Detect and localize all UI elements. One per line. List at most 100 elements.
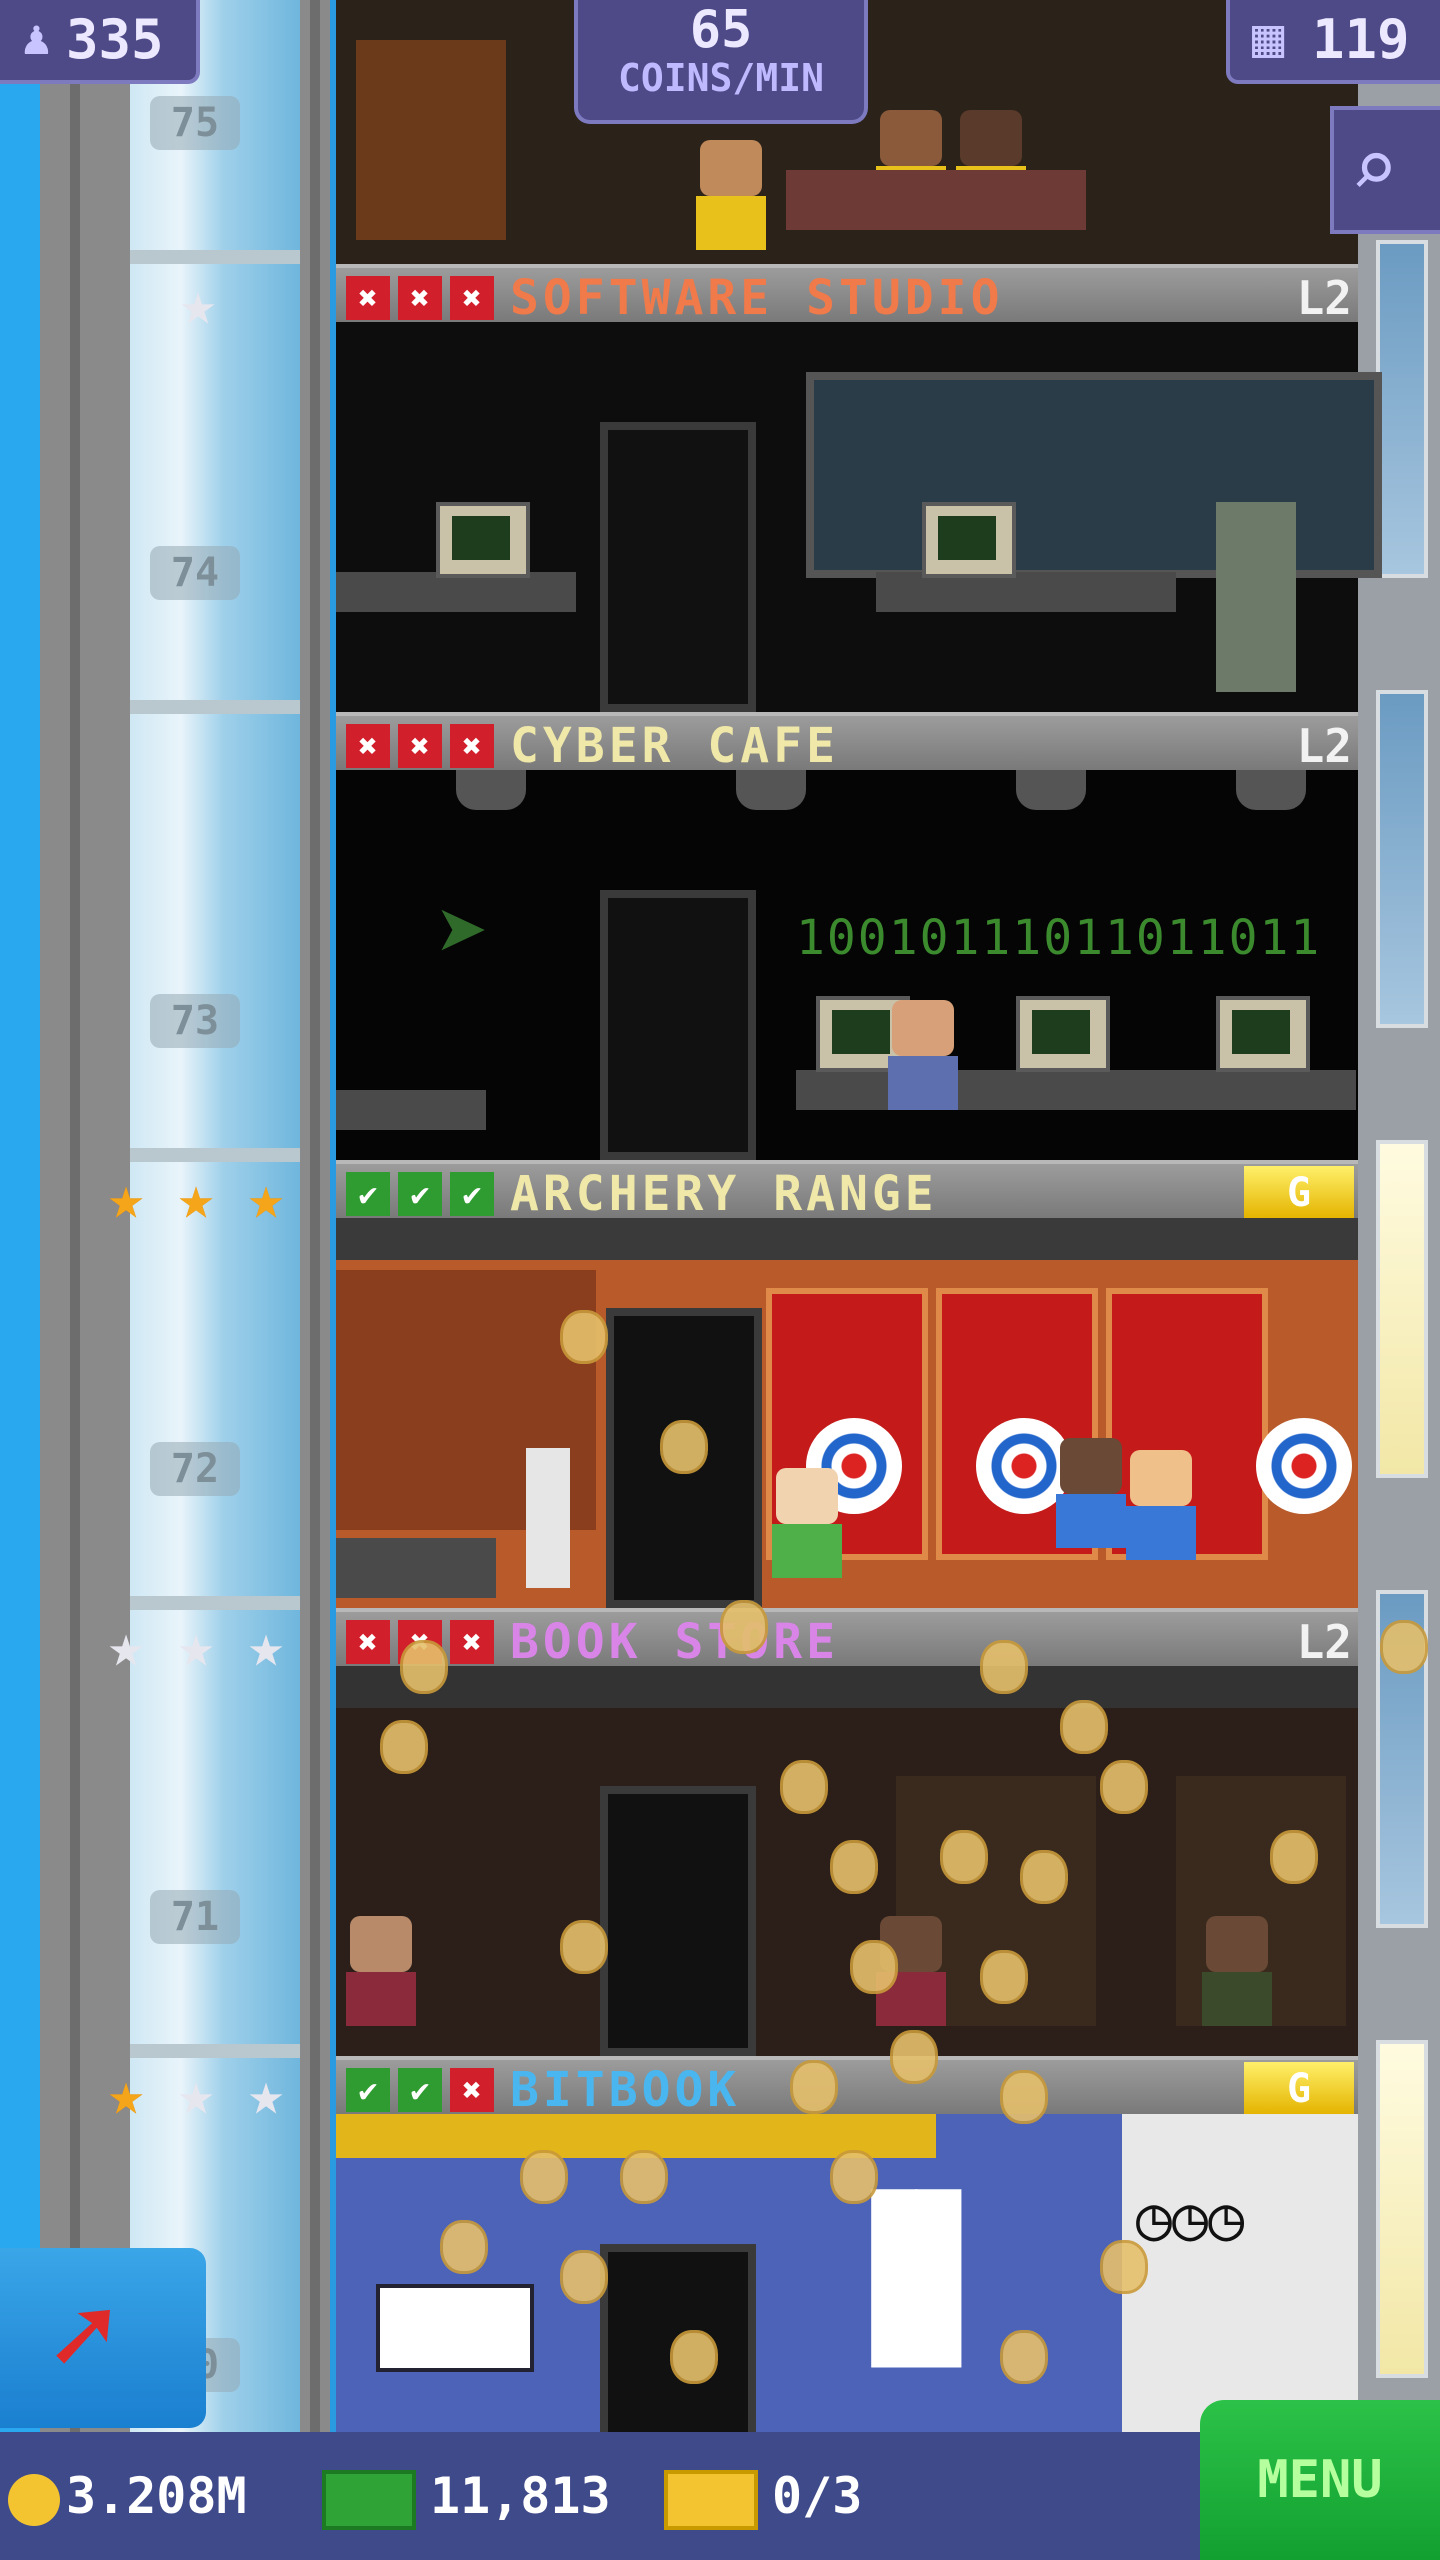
cross-icon: ✖ (398, 276, 442, 320)
coin-icon (890, 2030, 938, 2084)
ceiling-lamp (1236, 770, 1306, 810)
bux-resource[interactable]: 11,813 (322, 2432, 611, 2560)
person-icon: ♟ (22, 10, 51, 66)
elevator-arrow-button[interactable]: ➚ (0, 2248, 206, 2428)
room-door (600, 890, 756, 1160)
population-counter[interactable]: ♟ 335 (0, 0, 200, 84)
floor-book-store[interactable]: ✖ ✖ ✖ BOOK STORE L2 (336, 1608, 1358, 2056)
floor-level: L2 (1296, 271, 1352, 325)
water-cooler (526, 1448, 570, 1588)
coin-icon (780, 1760, 828, 1814)
coin-icon (620, 2150, 668, 2204)
tickets-value: 0/3 (772, 2467, 863, 2525)
floor-count-panel[interactable]: ▦ 119 (1226, 0, 1440, 84)
desk (876, 572, 1176, 612)
screen-board (376, 2284, 534, 2372)
check-icon: ✔ (450, 1172, 494, 1216)
star-icon: ★ (247, 1163, 285, 1233)
binary-text: 10010111011011011 (796, 910, 1322, 966)
floor-number-71: 71 (150, 1890, 240, 1944)
floor-software-studio[interactable]: ✖ ✖ ✖ SOFTWARE STUDIO L2 (336, 264, 1382, 712)
coin-icon (830, 1840, 878, 1894)
floor-number-72: 72 (150, 1442, 240, 1496)
cursor-decoration: ➤ (436, 880, 491, 985)
ceiling (336, 1666, 1358, 1708)
floor-cyber-cafe[interactable]: ✖ ✖ ✖ CYBER CAFE L2 ➤ 10010111011011011 (336, 712, 1358, 1160)
room-door (600, 422, 756, 712)
reception-counter (336, 1538, 496, 1598)
room-door (600, 1786, 756, 2056)
floor-level: L2 (1296, 719, 1352, 773)
floor-banner[interactable]: ✖ ✖ ✖ SOFTWARE STUDIO L2 (336, 264, 1358, 326)
customer-sprite[interactable] (346, 1916, 416, 2026)
ceiling-lamp (1016, 770, 1086, 810)
cross-icon: ✖ (398, 724, 442, 768)
star-icon: ★ (247, 1611, 285, 1681)
floor-number-75: 75 (150, 96, 240, 150)
star-icon: ★ (177, 1163, 215, 1233)
customer-sprite[interactable] (1126, 1450, 1196, 1560)
coin-icon (520, 2150, 568, 2204)
ceiling-lamp (736, 770, 806, 810)
customer-sprite[interactable] (888, 1000, 958, 1110)
customer-sprite[interactable] (1056, 1438, 1126, 1548)
coin-icon (980, 1640, 1028, 1694)
search-button[interactable]: ⌕ (1330, 106, 1440, 234)
coin-icon (940, 1830, 988, 1884)
floor-banner[interactable]: ✖ ✖ ✖ BOOK STORE L2 (336, 1608, 1358, 1670)
check-icon: ✔ (398, 2068, 442, 2112)
floor-count-value: 119 (1312, 8, 1410, 71)
coin-icon (8, 2473, 60, 2526)
coin-rate-value: 65 (689, 0, 753, 60)
floor-banner[interactable]: ✔ ✔ ✖ BITBOOK G (336, 2056, 1358, 2118)
counter (786, 170, 1086, 230)
star-icon: ★ (107, 2059, 145, 2129)
shaft-divider (130, 1148, 300, 1162)
search-icon: ⌕ (1350, 122, 1399, 215)
computer-monitor (436, 502, 530, 578)
menu-button[interactable]: MENU (1200, 2400, 1440, 2560)
clock-wall (1122, 2114, 1358, 2432)
gold-badge[interactable]: G (1244, 1166, 1354, 1218)
cross-icon: ✖ (346, 1620, 390, 1664)
clock-icon: ◷◷◷ (1136, 2184, 1245, 2254)
coins-resource[interactable]: 3.208M (8, 2432, 247, 2560)
worker-sprite (696, 140, 766, 250)
coin-rate-panel[interactable]: 65 COINS/MIN (574, 0, 868, 124)
wall-window (1376, 240, 1428, 578)
floor-title: CYBER CAFE (510, 718, 839, 774)
room-software-studio (336, 322, 1382, 712)
coin-icon (1380, 1620, 1428, 1674)
floor-banner[interactable]: ✔ ✔ ✔ ARCHERY RANGE G (336, 1160, 1358, 1222)
coin-icon (400, 1640, 448, 1694)
check-icon: ✔ (346, 1172, 390, 1216)
arrow-icon: ➚ (50, 2272, 117, 2400)
floor-archery-range[interactable]: ✔ ✔ ✔ ARCHERY RANGE G (336, 1160, 1358, 1608)
tickets-resource[interactable]: 0/3 (664, 2432, 862, 2560)
floor-stars-archery: ★ ★ ★ (94, 1166, 298, 1230)
cross-icon: ✖ (450, 2068, 494, 2112)
coin-icon (830, 2150, 878, 2204)
wall-window (1376, 2040, 1428, 2378)
customer-sprite[interactable] (772, 1468, 842, 1578)
check-icon: ✔ (346, 2068, 390, 2112)
bux-value: 11,813 (430, 2467, 611, 2525)
floor-banner[interactable]: ✖ ✖ ✖ CYBER CAFE L2 (336, 712, 1358, 774)
coin-icon (560, 1310, 608, 1364)
coin-rate-unit: COINS/MIN (618, 56, 824, 100)
coin-icon (720, 1600, 768, 1654)
room-cyber-cafe: ➤ 10010111011011011 (336, 770, 1358, 1160)
population-value: 335 (66, 8, 164, 71)
coin-icon (1270, 1830, 1318, 1884)
coin-icon (560, 2250, 608, 2304)
wall-window (1376, 1140, 1428, 1478)
room-archery-range (336, 1218, 1358, 1608)
coins-value: 3.208M (66, 2467, 247, 2525)
ceiling-lamp (456, 770, 526, 810)
coin-icon (1000, 2070, 1048, 2124)
gold-badge[interactable]: G (1244, 2062, 1354, 2114)
customer-sprite[interactable] (1202, 1916, 1272, 2026)
floor-bitbook[interactable]: ✔ ✔ ✖ BITBOOK G ◷◷◷ ▐▌ (336, 2056, 1358, 2448)
floor-number-74: 74 (150, 546, 240, 600)
shaft-divider (130, 700, 300, 714)
